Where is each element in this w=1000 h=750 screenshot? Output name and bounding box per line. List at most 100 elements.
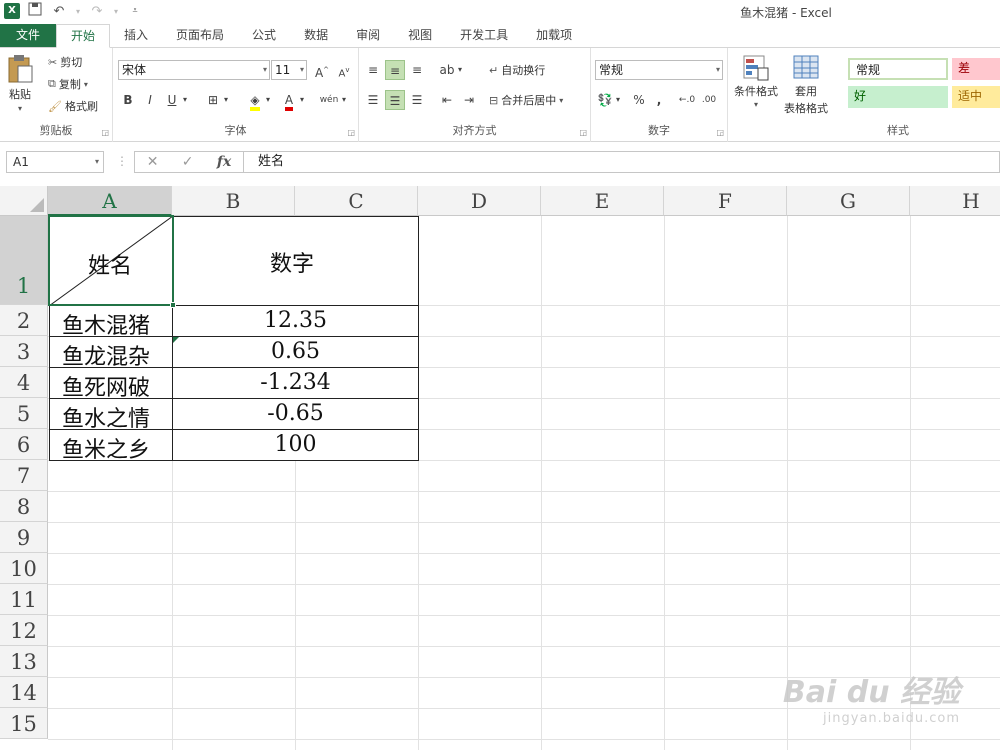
dialog-launcher-icon[interactable]: ◲	[347, 128, 355, 137]
row-header-5[interactable]: 5	[0, 398, 48, 429]
cell-a5[interactable]: 鱼水之情	[62, 401, 150, 433]
row-header-12[interactable]: 12	[0, 615, 48, 646]
row-header-3[interactable]: 3	[0, 336, 48, 367]
conditional-format-button[interactable]: 条件格式 ▾	[734, 54, 778, 109]
tab-developer[interactable]: 开发工具	[446, 24, 522, 47]
enter-icon[interactable]: ✓	[182, 154, 194, 170]
bold-button[interactable]: B	[118, 90, 138, 110]
column-header-a[interactable]: A	[48, 186, 172, 216]
row-header-2[interactable]: 2	[0, 305, 48, 336]
cell-a3[interactable]: 鱼龙混杂	[62, 339, 150, 371]
cell-b6[interactable]: 100	[173, 432, 418, 457]
orientation-icon[interactable]: ab	[437, 60, 457, 80]
align-right-icon[interactable]: ☰	[407, 90, 427, 110]
dialog-launcher-icon[interactable]: ◲	[101, 128, 109, 137]
style-normal[interactable]: 常规	[848, 58, 948, 80]
dialog-launcher-icon[interactable]: ◲	[579, 128, 587, 137]
font-name-select[interactable]: 宋体 ▾	[118, 60, 270, 80]
decrease-decimal-icon[interactable]: .00	[699, 90, 719, 110]
insert-function-button[interactable]: fx	[217, 154, 231, 170]
italic-button[interactable]: I	[140, 90, 160, 110]
align-center-icon[interactable]: ☰	[385, 90, 405, 110]
font-size-select[interactable]: 11 ▾	[271, 60, 307, 80]
cell-b2[interactable]: 12.35	[173, 308, 418, 333]
cell-a2[interactable]: 鱼木混猪	[62, 308, 150, 340]
phonetic-guide-icon[interactable]: wén	[319, 90, 339, 110]
resize-handle-icon[interactable]: ⋮	[116, 154, 128, 168]
tab-data[interactable]: 数据	[290, 24, 342, 47]
tab-formulas[interactable]: 公式	[238, 24, 290, 47]
tab-file[interactable]: 文件	[0, 24, 56, 47]
row-header-13[interactable]: 13	[0, 646, 48, 677]
wrap-text-button[interactable]: ↵ 自动换行	[489, 62, 545, 78]
formula-input[interactable]: 姓名	[244, 151, 1000, 173]
paste-button[interactable]: 粘贴 ▾	[6, 54, 34, 113]
underline-button[interactable]: U	[162, 90, 182, 110]
row-header-10[interactable]: 10	[0, 553, 48, 584]
cell-b3[interactable]: 0.65	[173, 339, 418, 364]
select-all-button[interactable]	[0, 186, 48, 216]
fill-handle[interactable]	[170, 302, 176, 308]
tab-view[interactable]: 视图	[394, 24, 446, 47]
borders-icon[interactable]: ⊞	[203, 90, 223, 110]
percent-button[interactable]: %	[629, 90, 649, 110]
cell-a6[interactable]: 鱼米之乡	[62, 432, 150, 464]
number-format-select[interactable]: 常规 ▾	[595, 60, 723, 80]
column-header-c[interactable]: C	[295, 186, 418, 216]
row-header-9[interactable]: 9	[0, 522, 48, 553]
row-header-14[interactable]: 14	[0, 677, 48, 708]
format-painter-button[interactable]: 🖌 格式刷	[48, 98, 98, 114]
format-as-table-button[interactable]: 套用 表格格式	[784, 54, 828, 116]
chevron-down-icon[interactable]: ▾	[221, 90, 231, 110]
font-color-icon[interactable]: A	[279, 90, 299, 111]
row-header-4[interactable]: 4	[0, 367, 48, 398]
tab-home[interactable]: 开始	[56, 24, 111, 48]
currency-icon[interactable]: 💱	[595, 90, 615, 110]
cut-button[interactable]: ✂ 剪切	[48, 54, 82, 70]
align-bottom-icon[interactable]: ≡	[407, 60, 427, 80]
fill-color-icon[interactable]: ◈	[245, 90, 265, 111]
increase-indent-icon[interactable]: ⇥	[459, 90, 479, 110]
column-header-g[interactable]: G	[787, 186, 910, 216]
cell-a4[interactable]: 鱼死网破	[62, 370, 150, 402]
cancel-icon[interactable]: ✕	[147, 154, 159, 170]
style-good[interactable]: 好	[848, 86, 948, 108]
style-neutral[interactable]: 适中	[952, 86, 1000, 108]
style-bad[interactable]: 差	[952, 58, 1000, 80]
column-header-e[interactable]: E	[541, 186, 664, 216]
cell-b5[interactable]: -0.65	[173, 401, 418, 426]
chevron-down-icon[interactable]: ▾	[297, 90, 307, 110]
row-header-15[interactable]: 15	[0, 708, 48, 739]
tab-review[interactable]: 审阅	[342, 24, 394, 47]
chevron-down-icon[interactable]: ▾	[339, 90, 349, 110]
copy-button[interactable]: ⧉ 复制 ▾	[48, 76, 88, 92]
row-header-6[interactable]: 6	[0, 429, 48, 460]
row-header-7[interactable]: 7	[0, 460, 48, 491]
tab-insert[interactable]: 插入	[110, 24, 162, 47]
column-header-h[interactable]: H	[910, 186, 1000, 216]
align-top-icon[interactable]: ≡	[363, 60, 383, 80]
align-left-icon[interactable]: ☰	[363, 90, 383, 110]
comma-style-button[interactable]: ,	[649, 90, 669, 110]
dialog-launcher-icon[interactable]: ◲	[716, 128, 724, 137]
column-header-b[interactable]: B	[172, 186, 295, 216]
increase-decimal-icon[interactable]: ←.0	[677, 90, 697, 110]
align-middle-icon[interactable]: ≡	[385, 60, 405, 80]
decrease-indent-icon[interactable]: ⇤	[437, 90, 457, 110]
grow-font-button[interactable]: A^	[312, 60, 332, 80]
cell-b1[interactable]: 数字	[270, 246, 314, 278]
chevron-down-icon[interactable]: ▾	[263, 90, 273, 110]
row-header-11[interactable]: 11	[0, 584, 48, 615]
shrink-font-button[interactable]: Av	[334, 60, 354, 80]
cell-b4[interactable]: -1.234	[173, 370, 418, 395]
row-header-1[interactable]: 1	[0, 216, 48, 305]
tab-addins[interactable]: 加载项	[522, 24, 586, 47]
chevron-down-icon[interactable]: ▾	[613, 90, 623, 110]
row-header-8[interactable]: 8	[0, 491, 48, 522]
chevron-down-icon[interactable]: ▾	[455, 60, 465, 80]
column-header-f[interactable]: F	[664, 186, 787, 216]
merge-center-button[interactable]: ⊟ 合并后居中 ▾	[489, 92, 563, 108]
chevron-down-icon[interactable]: ▾	[180, 90, 190, 110]
tab-page-layout[interactable]: 页面布局	[162, 24, 238, 47]
column-header-d[interactable]: D	[418, 186, 541, 216]
